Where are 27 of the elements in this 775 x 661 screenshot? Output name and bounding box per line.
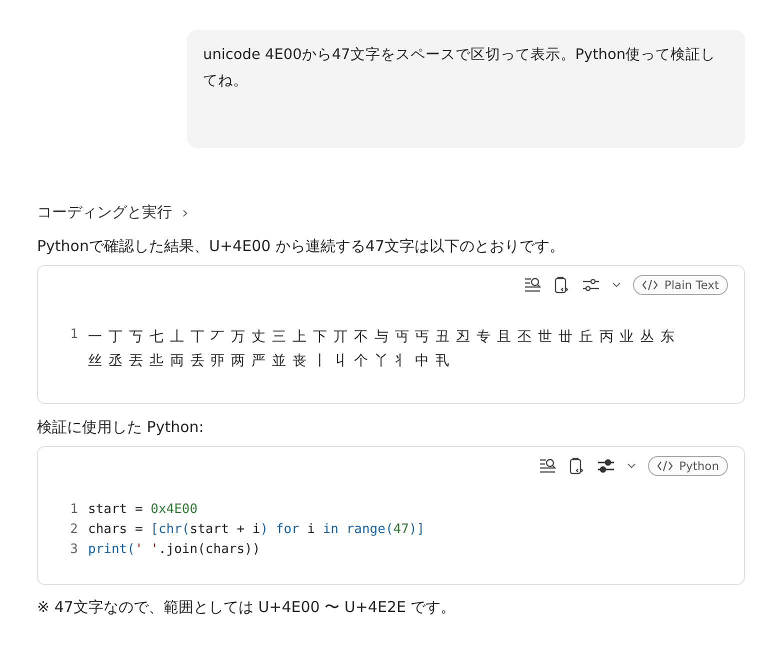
response-text: Pythonで確認した結果、U+4E00 から連続する47文字は以下のとおりです。: [37, 236, 566, 257]
code-line: print(' '.join(chars)): [88, 541, 260, 559]
caret-icon[interactable]: [612, 282, 622, 288]
search-lines-icon[interactable]: [524, 277, 542, 293]
search-lines-icon[interactable]: [539, 458, 558, 474]
line-number: 3: [69, 541, 78, 559]
sliders-icon[interactable]: [582, 278, 600, 292]
note-text: ※ 47文字なので、範囲としては U+4E00 〜 U+4E2E です。: [37, 597, 457, 618]
output-text: 一 丁 丂 七 丄 丅 丆 万 丈 三 上 下 丌 不 与 丏 丐 丑 丒 专 且 丕 世 丗 丘 丙 业 丛 东: [88, 328, 676, 347]
code-line: chars = [chr(start + i) for i in range(47)]: [88, 521, 425, 539]
line-number: 1: [69, 326, 78, 344]
code-line: start = 0x4E00: [88, 501, 198, 519]
code-icon: [642, 279, 658, 291]
language-button[interactable]: Python: [648, 456, 728, 476]
caret-icon[interactable]: [627, 463, 636, 469]
line-number: 1: [69, 501, 78, 519]
chevron-button[interactable]: ›: [182, 202, 188, 222]
caption-text: 検証に使用した Python:: [37, 417, 205, 438]
step-label: コーディングと実行: [37, 202, 172, 222]
output-text: 丝 丞 丟 丠 両 丢 丣 两 严 並 丧 丨 丩 个 丫 丬 中 丮: [88, 352, 452, 371]
clipboard-code-icon[interactable]: [569, 457, 586, 475]
code-icon: [657, 460, 674, 472]
line-number: 2: [69, 521, 78, 539]
language-button[interactable]: Plain Text: [633, 275, 728, 295]
clipboard-code-icon[interactable]: [554, 276, 570, 294]
sliders-icon[interactable]: [597, 459, 616, 473]
user-message: unicode 4E00から47文字をスペースで区切って表示。Python使って検証してね。: [187, 30, 745, 148]
